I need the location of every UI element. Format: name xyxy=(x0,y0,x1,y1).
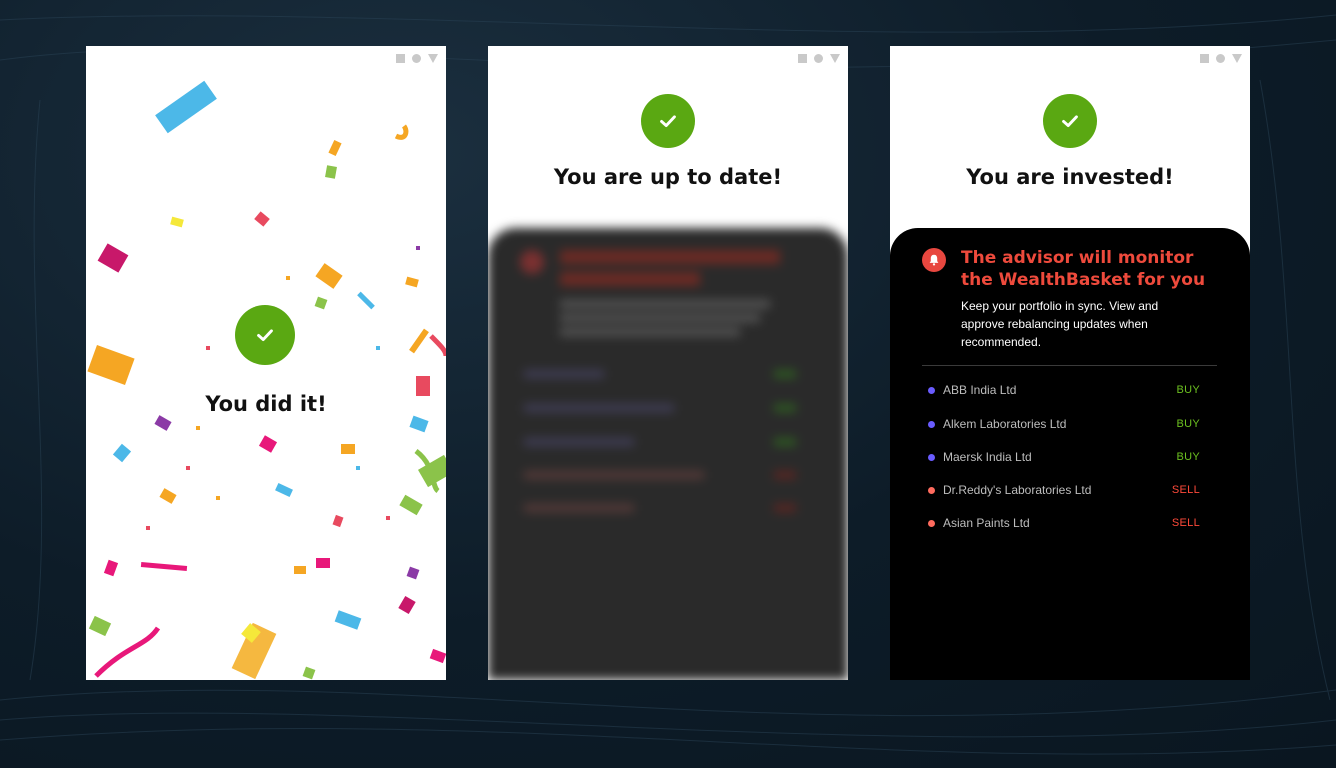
success-headline: You are up to date! xyxy=(553,165,783,189)
success-check-icon xyxy=(235,305,295,365)
bell-icon xyxy=(922,248,946,272)
screen-up-to-date: You are up to date! xyxy=(488,46,848,680)
monitor-card: The advisor will monitor the WealthBaske… xyxy=(890,228,1250,680)
divider xyxy=(922,365,1217,366)
screen-you-are-invested: You are invested! The advisor will monit… xyxy=(890,46,1250,680)
stock-name: Alkem Laboratories Ltd xyxy=(943,417,1067,431)
circle-icon xyxy=(814,54,823,63)
triangle-icon xyxy=(830,54,840,63)
success-headline: You did it! xyxy=(205,392,327,416)
sell-dot-icon xyxy=(928,486,935,494)
stock-action: SELL xyxy=(1171,517,1200,529)
stock-action: BUY xyxy=(1176,418,1200,430)
stock-row[interactable]: Asian Paints Ltd SELL xyxy=(928,513,1200,533)
buy-dot-icon xyxy=(928,386,935,394)
stock-name: Dr.Reddy's Laboratories Ltd xyxy=(943,483,1092,497)
square-icon xyxy=(798,54,807,63)
status-bar xyxy=(1200,54,1242,63)
sell-dot-icon xyxy=(928,519,935,527)
triangle-icon xyxy=(1232,54,1242,63)
circle-icon xyxy=(1216,54,1225,63)
square-icon xyxy=(1200,54,1209,63)
stock-action: BUY xyxy=(1176,451,1200,463)
status-bar xyxy=(798,54,840,63)
monitor-title: The advisor will monitor the WealthBaske… xyxy=(961,248,1206,290)
screen-you-did-it: You did it! xyxy=(86,46,446,680)
success-check-icon xyxy=(1043,94,1097,148)
stock-name: Asian Paints Ltd xyxy=(943,516,1030,530)
stock-row[interactable]: ABB India Ltd BUY xyxy=(928,380,1200,400)
stock-row[interactable]: Alkem Laboratories Ltd BUY xyxy=(928,414,1200,434)
success-headline: You are invested! xyxy=(966,165,1174,189)
success-check-icon xyxy=(641,94,695,148)
buy-dot-icon xyxy=(928,453,935,461)
bell-icon xyxy=(520,250,544,274)
stock-name: Maersk India Ltd xyxy=(943,450,1032,464)
buy-dot-icon xyxy=(928,420,935,428)
stock-action: BUY xyxy=(1176,384,1200,396)
monitor-description: Keep your portfolio in sync. View and ap… xyxy=(961,299,1159,349)
stock-name: ABB India Ltd xyxy=(943,383,1017,397)
blurred-monitor-card xyxy=(488,228,848,680)
stock-action: SELL xyxy=(1171,484,1200,496)
stock-row[interactable]: Dr.Reddy's Laboratories Ltd SELL xyxy=(928,480,1200,500)
stock-row[interactable]: Maersk India Ltd BUY xyxy=(928,447,1200,467)
